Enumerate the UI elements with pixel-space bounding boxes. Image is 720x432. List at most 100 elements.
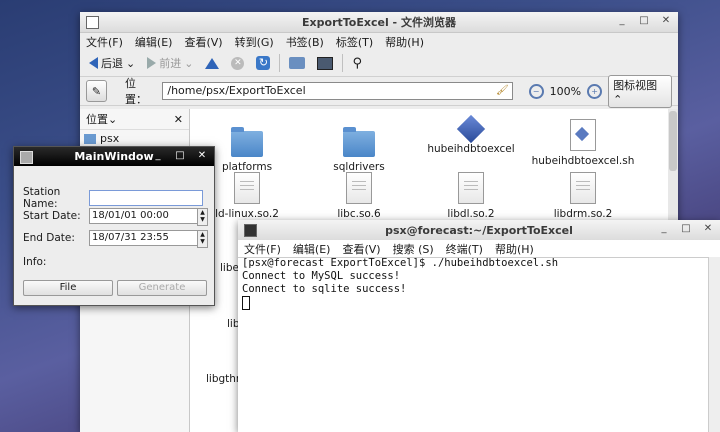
terminal-scrollbar[interactable] xyxy=(708,257,720,432)
reload-icon: ↻ xyxy=(256,56,271,70)
menu-item[interactable]: 查看(V) xyxy=(342,241,380,257)
station-row: Station Name: xyxy=(23,186,203,210)
view-mode-select[interactable]: 图标视图 ⌃ xyxy=(608,74,672,108)
scroll-thumb[interactable] xyxy=(669,111,677,171)
main-window: MainWindow _ □ ✕ Station Name: Start Dat… xyxy=(13,146,215,306)
search-button[interactable]: ⚲ xyxy=(349,54,365,73)
file-item[interactable]: libc.so.6 xyxy=(304,172,414,220)
location-label: 位置： xyxy=(125,77,148,106)
end-date-label: End Date: xyxy=(23,232,75,244)
file-name: hubeihdbtoexcel.sh xyxy=(531,155,635,167)
sidebar-header[interactable]: 位置⌄ ✕ xyxy=(80,109,189,130)
maximize-button[interactable]: □ xyxy=(174,150,186,161)
file-item[interactable]: libdrm.so.2 xyxy=(528,172,638,220)
start-date-input[interactable]: 18/01/01 00:00 ▲ ▼ xyxy=(89,208,208,226)
menu-item[interactable]: 编辑(E) xyxy=(135,34,173,50)
zoom-in-icon[interactable]: + xyxy=(587,83,603,99)
back-arrow-icon xyxy=(89,57,98,69)
home-button[interactable] xyxy=(286,55,308,71)
file-icon xyxy=(570,172,596,204)
menu-item[interactable]: 文件(F) xyxy=(244,241,281,257)
terminal-icon xyxy=(244,224,257,237)
app-icon xyxy=(20,151,33,164)
chevron-down-icon[interactable]: ⌄ xyxy=(126,57,135,70)
file-item[interactable]: hubeihdbtoexcel.sh xyxy=(528,119,638,167)
end-date-row: End Date: 18/07/31 23:55 ▲ ▼ xyxy=(23,230,208,248)
chevron-down-icon[interactable]: ⌄ xyxy=(184,57,193,70)
menu-item[interactable]: 帮助(H) xyxy=(495,241,534,257)
file-icon xyxy=(234,172,260,204)
file-name: libc.so.6 xyxy=(337,208,381,220)
end-date-input[interactable]: 18/07/31 23:55 ▲ ▼ xyxy=(89,230,208,248)
maximize-button[interactable]: □ xyxy=(638,15,650,26)
back-label: 后退 xyxy=(101,57,123,70)
info-row: Info: xyxy=(23,256,89,268)
spin-arrows-icon[interactable]: ▲ ▼ xyxy=(197,230,208,248)
station-label: Station Name: xyxy=(23,186,61,210)
terminal-line: [psx@forecast ExportToExcel]$ ./hubeihdb… xyxy=(242,257,559,269)
back-button[interactable]: 后退 ⌄ xyxy=(86,53,138,73)
menu-item[interactable]: 查看(V) xyxy=(184,34,222,50)
path-text: /home/psx/ExportToExcel xyxy=(167,84,306,97)
up-button[interactable] xyxy=(202,56,222,71)
forward-arrow-icon xyxy=(147,57,157,69)
file-item[interactable]: libdl.so.2 xyxy=(416,172,526,220)
terminal-titlebar[interactable]: psx@forecast:~/ExportToExcel _ □ ✕ xyxy=(238,220,720,240)
menu-item[interactable]: 转到(G) xyxy=(235,34,274,50)
mainwindow-titlebar[interactable]: MainWindow _ □ ✕ xyxy=(14,147,214,166)
toolbar-separator xyxy=(342,54,344,72)
executable-icon xyxy=(456,114,486,144)
terminal-cursor xyxy=(242,296,250,310)
zoom-out-icon[interactable]: − xyxy=(528,83,544,99)
toolbar: 后退 ⌄ 前进 ⌄ ✕ ↻ ⚲ xyxy=(80,50,678,77)
stop-button[interactable]: ✕ xyxy=(228,55,247,72)
file-name: libdrm.so.2 xyxy=(553,208,613,220)
menubar: 文件(F) 编辑(E) 查看(V) 转到(G) 书签(B) 标签(T) 帮助(H) xyxy=(80,33,678,50)
minimize-button[interactable]: _ xyxy=(616,15,628,26)
location-bar: ✎ 位置： /home/psx/ExportToExcel 🖌 − 100% +… xyxy=(80,74,678,108)
edit-location-icon[interactable]: ✎ xyxy=(86,80,108,102)
start-date-row: Start Date: 18/01/01 00:00 ▲ ▼ xyxy=(23,208,208,226)
file-button[interactable]: File xyxy=(23,280,113,296)
generate-button[interactable]: Generate xyxy=(117,280,207,296)
sidebar-item-psx[interactable]: psx xyxy=(80,130,189,147)
toolbar-separator xyxy=(279,54,281,72)
file-name: libdl.so.2 xyxy=(447,208,495,220)
sidebar-item-label: psx xyxy=(100,132,120,145)
maximize-button[interactable]: □ xyxy=(680,223,692,234)
file-icon xyxy=(458,172,484,204)
terminal-output[interactable]: [psx@forecast ExportToExcel]$ ./hubeihdb… xyxy=(242,257,708,432)
forward-label: 前进 xyxy=(159,57,182,70)
app-icon xyxy=(86,16,99,29)
file-manager-titlebar[interactable]: ExportToExcel - 文件浏览器 _ □ ✕ xyxy=(80,12,678,33)
close-button[interactable]: ✕ xyxy=(702,223,714,234)
spin-arrows-icon[interactable]: ▲ ▼ xyxy=(197,208,208,226)
menu-item[interactable]: 搜索 (S) xyxy=(393,241,434,257)
clear-icon[interactable]: 🖌 xyxy=(496,83,509,99)
file-name[interactable]: libe xyxy=(220,262,239,274)
file-item[interactable]: sqldrivers xyxy=(304,119,414,173)
menu-item[interactable]: 编辑(E) xyxy=(293,241,331,257)
minimize-button[interactable]: _ xyxy=(152,150,164,161)
path-input[interactable]: /home/psx/ExportToExcel 🖌 xyxy=(162,82,513,100)
menu-item[interactable]: 标签(T) xyxy=(336,34,373,50)
terminal-menubar: 文件(F) 编辑(E) 查看(V) 搜索 (S) 终端(T) 帮助(H) xyxy=(238,240,720,258)
minimize-button[interactable]: _ xyxy=(658,223,670,234)
computer-icon xyxy=(317,56,334,70)
folder-icon xyxy=(231,127,263,157)
close-button[interactable]: ✕ xyxy=(196,150,208,161)
close-sidebar-icon[interactable]: ✕ xyxy=(174,113,183,126)
file-item[interactable]: hubeihdbtoexcel xyxy=(416,114,526,155)
computer-button[interactable] xyxy=(314,55,336,72)
terminal-title: psx@forecast:~/ExportToExcel xyxy=(385,223,573,237)
close-button[interactable]: ✕ xyxy=(660,15,672,26)
stop-icon: ✕ xyxy=(231,56,245,70)
menu-item[interactable]: 终端(T) xyxy=(446,241,483,257)
terminal-line: Connect to MySQL success! xyxy=(242,270,401,282)
station-name-input[interactable] xyxy=(89,190,203,206)
menu-item[interactable]: 书签(B) xyxy=(286,34,324,50)
forward-button[interactable]: 前进 ⌄ xyxy=(144,53,196,73)
menu-item[interactable]: 文件(F) xyxy=(86,34,123,50)
menu-item[interactable]: 帮助(H) xyxy=(385,34,424,50)
reload-button[interactable]: ↻ xyxy=(253,54,273,72)
